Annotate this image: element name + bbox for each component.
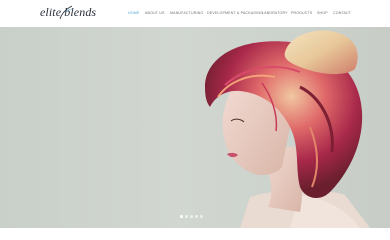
nav-item-shop[interactable]: SHOP xyxy=(317,10,328,16)
hero-image xyxy=(205,30,370,228)
nav-item-development-packaging[interactable]: DEVELOPMENT & PACKAGING xyxy=(207,10,263,16)
slide-dot-1[interactable] xyxy=(180,215,183,218)
slide-dot-3[interactable] xyxy=(190,215,193,218)
nav-item-contact[interactable]: CONTACT xyxy=(333,10,351,16)
nav-item-about-us[interactable]: ABOUT US xyxy=(145,10,165,16)
slider-pagination xyxy=(180,215,210,219)
main-nav: HOME ABOUT US MANUFACTURING DEVELOPMENT … xyxy=(0,10,390,18)
site-header: elite blends HOME ABOUT US MANUFACTURING… xyxy=(0,0,390,27)
page: elite blends HOME ABOUT US MANUFACTURING… xyxy=(0,0,390,240)
nav-item-manufacturing[interactable]: MANUFACTURING xyxy=(170,10,203,16)
nav-item-laboratory[interactable]: LABORATORY xyxy=(262,10,288,16)
slide-dot-5[interactable] xyxy=(200,215,203,218)
slide-dot-2[interactable] xyxy=(185,215,188,218)
nav-item-products[interactable]: PRODUCTS xyxy=(291,10,312,16)
nav-item-home[interactable]: HOME xyxy=(128,10,139,16)
page-bottom-band xyxy=(0,228,390,240)
slide-dot-4[interactable] xyxy=(195,215,198,218)
hero-slider xyxy=(0,27,390,228)
